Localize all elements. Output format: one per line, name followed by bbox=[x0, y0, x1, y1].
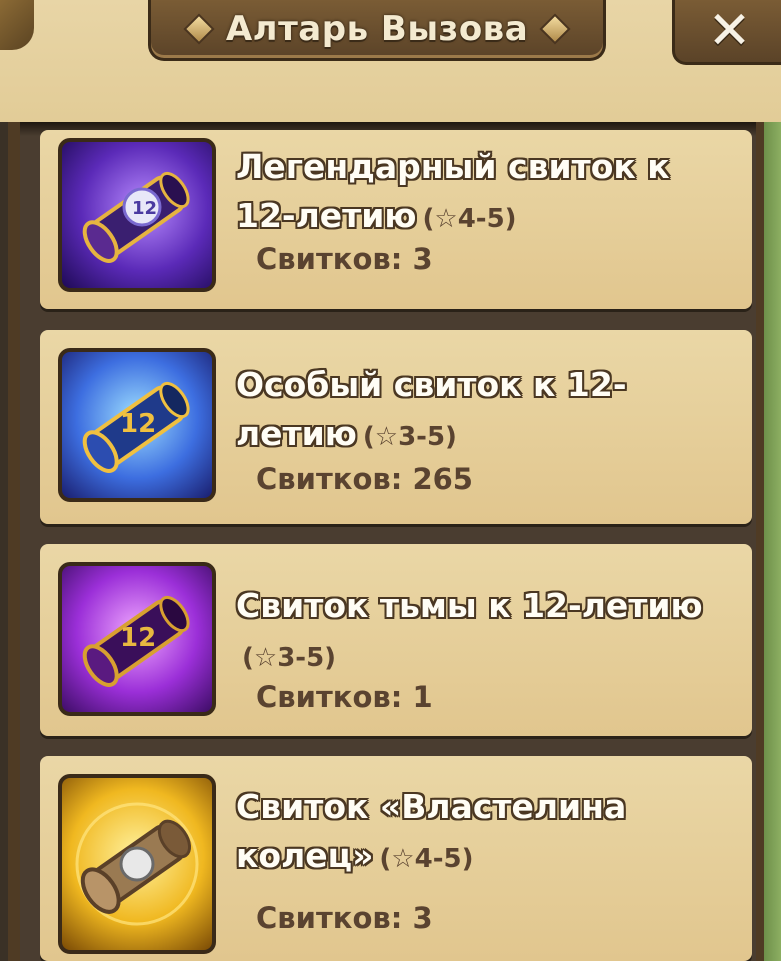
scroll-list[interactable]: 12 Легендарный свиток к 12-летию (☆4-5) С… bbox=[8, 122, 764, 961]
close-icon: ✕ bbox=[707, 1, 752, 61]
header-panel: Алтарь Вызова ✕ bbox=[0, 0, 781, 122]
scroll-count: Свитков: 1 bbox=[256, 680, 433, 714]
count-label: Свитков: bbox=[256, 680, 403, 714]
count-label: Свитков: bbox=[256, 901, 403, 935]
page-title: Алтарь Вызова bbox=[225, 9, 529, 49]
svg-text:12: 12 bbox=[120, 623, 156, 653]
corner-ornament bbox=[0, 0, 34, 50]
svg-text:12: 12 bbox=[132, 198, 157, 219]
star-range: (☆3-5) bbox=[242, 643, 337, 673]
scroll-name: Свиток тьмы к 12-летию bbox=[236, 586, 703, 625]
list-item-lotr-scroll[interactable]: Свиток «Властелина колец» (☆4-5) Свитков:… bbox=[40, 756, 752, 961]
star-range: (☆4-5) bbox=[379, 844, 474, 874]
scroll-count: Свитков: 265 bbox=[256, 462, 473, 496]
background-gutter bbox=[764, 122, 781, 961]
star-range: (☆4-5) bbox=[422, 204, 517, 234]
scroll-title: Свиток тьмы к 12-летию (☆3-5) bbox=[236, 581, 736, 683]
scroll-title: Легендарный свиток к 12-летию (☆4-5) bbox=[236, 142, 736, 244]
list-item-special-scroll[interactable]: 12 Особый свиток к 12-летию (☆3-5) Свитко… bbox=[40, 330, 752, 524]
count-label: Свитков: bbox=[256, 242, 403, 276]
title-plate: Алтарь Вызова bbox=[148, 0, 606, 61]
scroll-title: Свиток «Властелина колец» (☆4-5) bbox=[236, 782, 736, 884]
scroll-count: Свитков: 3 bbox=[256, 901, 433, 935]
special-scroll-icon: 12 bbox=[58, 348, 216, 502]
count-value: 265 bbox=[412, 462, 473, 496]
count-label: Свитков: bbox=[256, 462, 403, 496]
dark-scroll-icon: 12 bbox=[58, 562, 216, 716]
close-button[interactable]: ✕ bbox=[672, 0, 781, 65]
list-item-dark-scroll[interactable]: 12 Свиток тьмы к 12-летию (☆3-5) Свитков:… bbox=[40, 544, 752, 736]
count-value: 3 bbox=[412, 242, 433, 276]
right-diamond-icon bbox=[539, 13, 571, 45]
count-value: 1 bbox=[412, 680, 433, 714]
count-value: 3 bbox=[412, 901, 433, 935]
legendary-scroll-icon: 12 bbox=[58, 138, 216, 292]
star-range: (☆3-5) bbox=[362, 422, 457, 452]
list-item-legendary-scroll[interactable]: 12 Легендарный свиток к 12-летию (☆4-5) С… bbox=[40, 130, 752, 309]
left-diamond-icon bbox=[183, 13, 215, 45]
lotr-scroll-icon bbox=[58, 774, 216, 954]
scroll-title: Особый свиток к 12-летию (☆3-5) bbox=[236, 360, 736, 462]
scroll-count: Свитков: 3 bbox=[256, 242, 433, 276]
svg-text:12: 12 bbox=[120, 409, 156, 439]
